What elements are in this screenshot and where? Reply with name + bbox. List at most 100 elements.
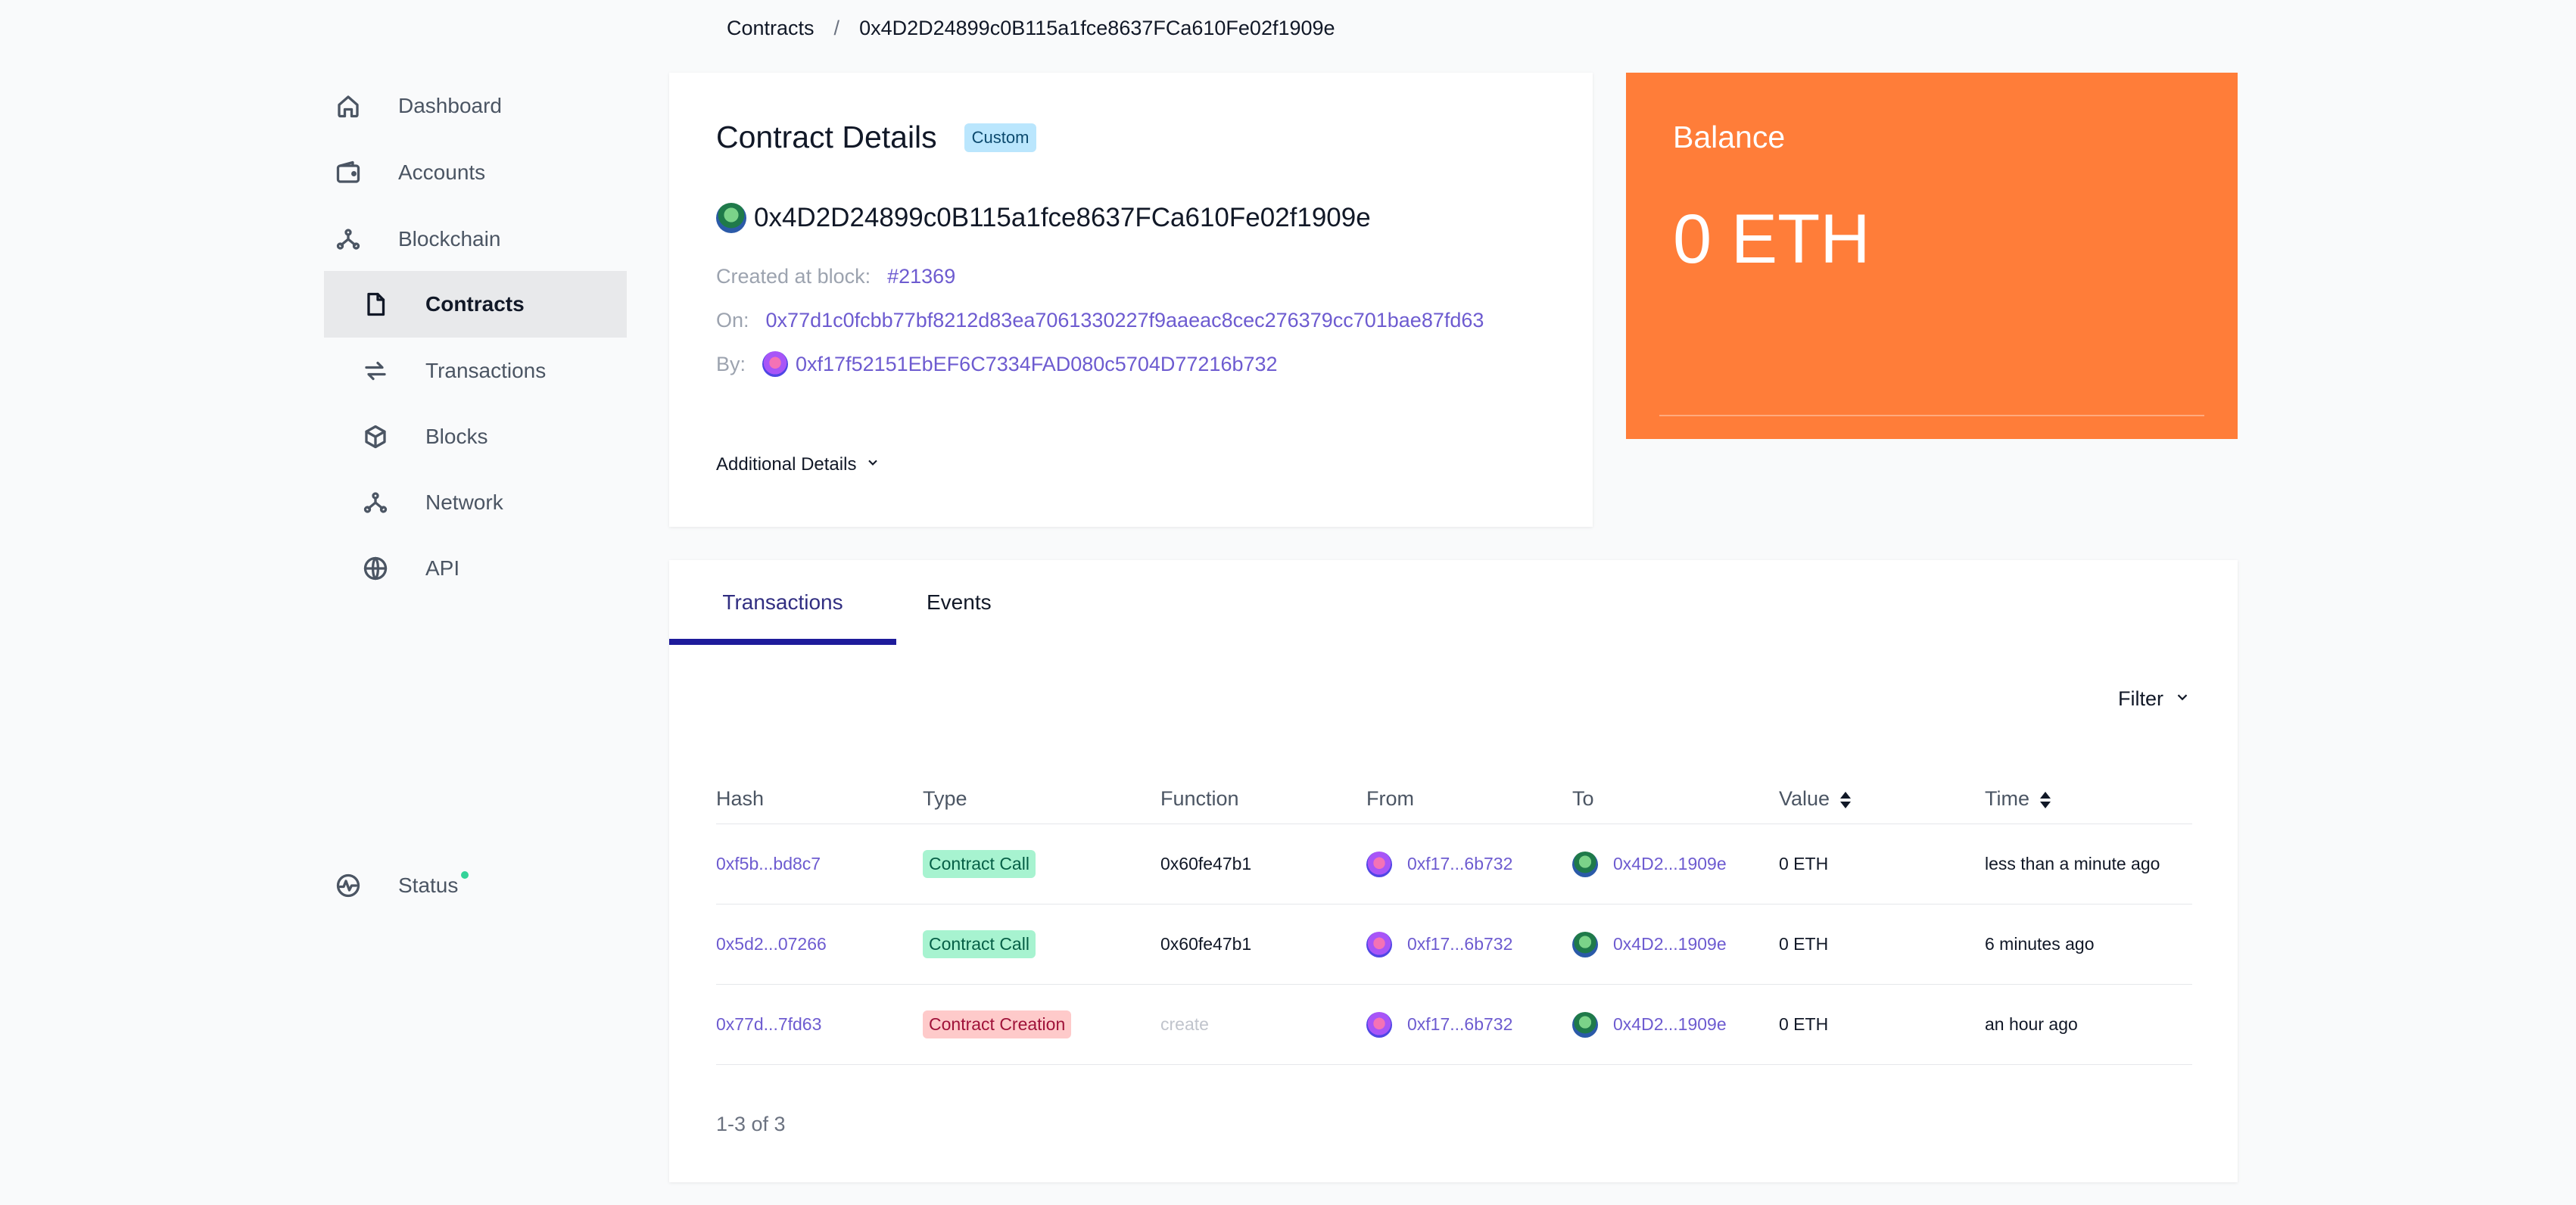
tx-from-link[interactable]: 0xf17...6b732 bbox=[1407, 1014, 1512, 1035]
tx-from-link[interactable]: 0xf17...6b732 bbox=[1407, 934, 1512, 954]
from-avatar bbox=[1366, 931, 1392, 957]
tx-time: 6 minutes ago bbox=[1985, 934, 2095, 954]
filter-label: Filter bbox=[2118, 687, 2163, 710]
table-header: Hash Type Function From To Value Time bbox=[716, 774, 2192, 824]
sidebar-item-label: Blocks bbox=[425, 425, 488, 448]
additional-details-toggle[interactable]: Additional Details bbox=[716, 454, 880, 475]
tx-from-link[interactable]: 0xf17...6b732 bbox=[1407, 854, 1512, 874]
network-icon bbox=[333, 224, 363, 254]
by-label: By: bbox=[716, 352, 746, 375]
to-avatar bbox=[1572, 931, 1598, 957]
sidebar-item-label: Network bbox=[425, 490, 503, 514]
tx-time: an hour ago bbox=[1985, 1014, 2078, 1034]
tx-value: 0 ETH bbox=[1779, 1014, 1829, 1034]
contract-type-badge: Custom bbox=[964, 123, 1037, 152]
balance-card: Balance 0 ETH bbox=[1626, 73, 2238, 439]
sidebar-item-transactions[interactable]: Transactions bbox=[324, 338, 627, 404]
sidebar: Dashboard Accounts Blockchain Contracts … bbox=[324, 73, 627, 905]
table-row[interactable]: 0x77d...7fd63 Contract Creation create 0… bbox=[716, 985, 2192, 1065]
sidebar-item-label: Dashboard bbox=[398, 94, 502, 117]
from-avatar bbox=[1366, 851, 1392, 877]
sidebar-item-label: Contracts bbox=[425, 292, 525, 316]
tx-type-badge: Contract Creation bbox=[923, 1010, 1072, 1038]
tx-type-badge: Contract Call bbox=[923, 930, 1036, 958]
tx-function: 0x60fe47b1 bbox=[1160, 934, 1252, 954]
creator-avatar bbox=[762, 351, 789, 377]
sort-icon bbox=[1840, 792, 1852, 808]
sidebar-item-blockchain[interactable]: Blockchain bbox=[324, 206, 627, 272]
to-avatar bbox=[1572, 1011, 1598, 1038]
breadcrumb-current: 0x4D2D24899c0B115a1fce8637FCa610Fe02f190… bbox=[859, 17, 1335, 39]
table-row[interactable]: 0x5d2...07266 Contract Call 0x60fe47b1 0… bbox=[716, 905, 2192, 985]
tab-events[interactable]: Events bbox=[896, 560, 1093, 645]
pagination-summary: 1-3 of 3 bbox=[716, 1113, 786, 1135]
arrows-exchange-icon bbox=[360, 356, 391, 386]
sidebar-item-api[interactable]: API bbox=[324, 535, 627, 602]
sidebar-item-blocks[interactable]: Blocks bbox=[324, 403, 627, 470]
sidebar-item-label: Accounts bbox=[398, 160, 486, 184]
chevron-down-icon bbox=[865, 454, 880, 475]
tx-hash-link[interactable]: 0xf5b...bd8c7 bbox=[716, 854, 821, 874]
column-header-hash: Hash bbox=[716, 786, 765, 810]
tx-hash-link[interactable]: 0x5d2...07266 bbox=[716, 934, 827, 954]
contract-details-card: Contract Details Custom 0x4D2D24899c0B11… bbox=[669, 73, 1593, 527]
home-icon bbox=[333, 91, 363, 121]
balance-value: 0 ETH bbox=[1673, 201, 1870, 278]
sidebar-item-contracts[interactable]: Contracts bbox=[324, 271, 627, 338]
balance-label: Balance bbox=[1673, 120, 1786, 154]
contract-avatar bbox=[716, 203, 746, 233]
additional-details-label: Additional Details bbox=[716, 454, 857, 475]
on-label: On: bbox=[716, 309, 749, 332]
tx-hash-link[interactable]: 0x77d...7fd63 bbox=[716, 1014, 821, 1035]
sidebar-item-label: Status bbox=[398, 873, 459, 897]
column-header-time[interactable]: Time bbox=[1985, 787, 2192, 811]
sidebar-item-label: API bbox=[425, 556, 460, 580]
filter-dropdown[interactable]: Filter bbox=[2118, 687, 2191, 711]
sidebar-item-network[interactable]: Network bbox=[324, 469, 627, 536]
sidebar-item-dashboard[interactable]: Dashboard bbox=[324, 73, 627, 139]
tx-value: 0 ETH bbox=[1779, 934, 1829, 954]
pulse-icon bbox=[333, 870, 363, 901]
sidebar-item-accounts[interactable]: Accounts bbox=[324, 139, 627, 206]
table-row[interactable]: 0xf5b...bd8c7 Contract Call 0x60fe47b1 0… bbox=[716, 824, 2192, 905]
tx-value: 0 ETH bbox=[1779, 854, 1829, 873]
contract-address: 0x4D2D24899c0B115a1fce8637FCa610Fe02f190… bbox=[754, 203, 1371, 232]
tx-type-badge: Contract Call bbox=[923, 850, 1036, 878]
balance-divider bbox=[1659, 415, 2204, 416]
column-header-value-label: Value bbox=[1779, 786, 1830, 810]
status-indicator-dot bbox=[461, 871, 469, 879]
chevron-down-icon bbox=[2174, 687, 2191, 711]
breadcrumb-contracts-link[interactable]: Contracts bbox=[727, 17, 815, 40]
wallet-icon bbox=[333, 157, 363, 188]
created-at-block-label: Created at block: bbox=[716, 265, 871, 288]
tx-to-link[interactable]: 0x4D2...1909e bbox=[1613, 854, 1727, 874]
document-icon bbox=[360, 289, 391, 319]
column-header-from: From bbox=[1366, 786, 1414, 810]
sidebar-item-label: Blockchain bbox=[398, 227, 501, 251]
tx-to-link[interactable]: 0x4D2...1909e bbox=[1613, 1014, 1727, 1035]
from-avatar bbox=[1366, 1011, 1392, 1038]
sort-icon bbox=[2040, 792, 2051, 808]
tx-function: create bbox=[1160, 1014, 1209, 1034]
sidebar-item-label: Transactions bbox=[425, 359, 547, 382]
to-avatar bbox=[1572, 851, 1598, 877]
sidebar-item-status[interactable]: Status bbox=[324, 852, 627, 919]
column-header-time-label: Time bbox=[1985, 786, 2029, 810]
creation-tx-link[interactable]: 0x77d1c0fcbb77bf8212d83ea7061330227f9aae… bbox=[766, 309, 1484, 332]
created-block-link[interactable]: #21369 bbox=[887, 265, 955, 288]
tab-transactions[interactable]: Transactions bbox=[669, 560, 896, 645]
tx-to-link[interactable]: 0x4D2...1909e bbox=[1613, 934, 1727, 954]
breadcrumb-separator: / bbox=[833, 17, 840, 39]
cube-icon bbox=[360, 422, 391, 452]
creator-address-link[interactable]: 0xf17f52151EbEF6C7334FAD080c5704D77216b7… bbox=[796, 353, 1278, 376]
tab-bar: Transactions Events bbox=[669, 560, 1093, 645]
breadcrumb: Contracts / 0x4D2D24899c0B115a1fce8637FC… bbox=[727, 17, 1335, 40]
column-header-to: To bbox=[1572, 786, 1594, 810]
network-icon bbox=[360, 487, 391, 518]
globe-icon bbox=[360, 553, 391, 584]
page-title: Contract Details bbox=[716, 120, 937, 154]
tx-time: less than a minute ago bbox=[1985, 854, 2160, 873]
tx-function: 0x60fe47b1 bbox=[1160, 854, 1252, 873]
column-header-type: Type bbox=[923, 786, 967, 810]
column-header-value[interactable]: Value bbox=[1779, 787, 1985, 811]
